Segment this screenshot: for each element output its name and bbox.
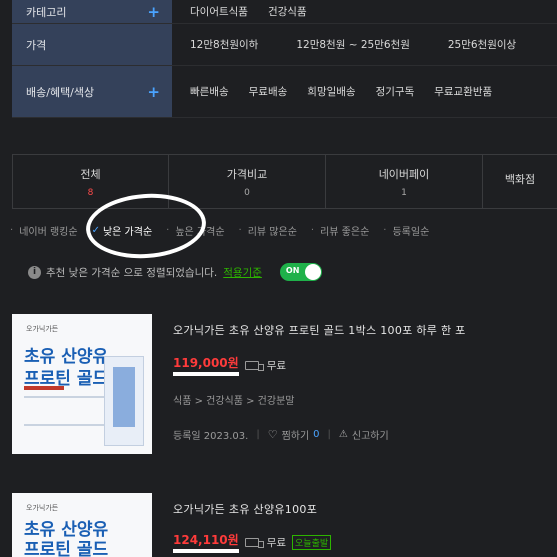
price-line: 119,000원 무료: [173, 354, 553, 376]
sort-notice: i 추천 낮은 가격순 으로 정렬되었습니다. 적용기준 ON: [28, 263, 322, 281]
thumb-brand: 오가닉가든: [26, 504, 59, 512]
thumb-line: 프로틴 골드: [24, 540, 109, 557]
filter-option[interactable]: 25만6천원이상: [448, 37, 516, 52]
filter-option[interactable]: 다이어트식품: [190, 4, 248, 19]
today-dispatch-badge: 오늘출발: [292, 534, 332, 550]
wish-label[interactable]: 찜하기: [282, 427, 310, 442]
filter-option[interactable]: 정기구독: [376, 84, 415, 99]
report-link[interactable]: 신고하기: [352, 427, 389, 442]
thumb-brand: 오가닉가든: [26, 325, 59, 333]
sort-naver-ranking[interactable]: 네이버 랭킹순: [19, 223, 77, 238]
heart-icon[interactable]: ♡: [268, 428, 278, 441]
filter-label: 카테고리: [26, 5, 67, 19]
wish-count: 0: [313, 429, 320, 440]
shipping-fee: 무료: [266, 359, 287, 372]
filter-options: 빠른배송 무료배송 희망일배송 정기구독 무료교환반품: [172, 66, 557, 117]
plus-icon[interactable]: +: [147, 83, 160, 101]
truck-icon: [244, 360, 264, 371]
filter-label: 배송/혜택/색상: [26, 85, 95, 99]
filter-option[interactable]: 12만8천원 ~ 25만6천원: [296, 37, 410, 52]
toggle-knob: [304, 264, 321, 280]
product-info: 오가닉가든 초유 산양유100포 124,110원 무료 오늘출발: [173, 493, 553, 553]
product-title[interactable]: 오가닉가든 초유 산양유100포: [173, 501, 553, 517]
tab-naverpay[interactable]: 네이버페이 1: [326, 155, 483, 208]
product-price: 119,000원: [173, 354, 239, 376]
sort-options: · 네이버 랭킹순 ✓ 낮은 가격순 · 높은 가격순 · 리뷰 많은순 · 리…: [10, 223, 443, 238]
filter-row-price: 가격 12만8천원이하 12만8천원 ~ 25만6천원 25만6천원이상: [12, 24, 557, 66]
tab-price-compare[interactable]: 가격비교 0: [169, 155, 326, 208]
tab-label: 백화점: [504, 172, 536, 186]
filter-option[interactable]: 빠른배송: [190, 84, 229, 99]
filter-option[interactable]: 건강식품: [268, 4, 307, 19]
filter-row-category: 카테고리 + 다이어트식품 건강식품: [12, 0, 557, 24]
filter-row-delivery: 배송/혜택/색상 + 빠른배송 무료배송 희망일배송 정기구독 무료교환반품: [12, 66, 557, 118]
filter-head-delivery[interactable]: 배송/혜택/색상 +: [12, 66, 172, 117]
criteria-link[interactable]: 적용기준: [223, 265, 262, 280]
filter-option[interactable]: 희망일배송: [307, 84, 355, 99]
result-tabs: 전체 8 가격비교 0 네이버페이 1 백화점: [12, 154, 557, 209]
sort-review-rating[interactable]: 리뷰 좋은순: [320, 223, 369, 238]
siren-icon[interactable]: ⚠: [339, 429, 348, 440]
sort-review-count[interactable]: 리뷰 많은순: [248, 223, 297, 238]
filter-head-price: 가격: [12, 24, 172, 65]
filter-head-category[interactable]: 카테고리 +: [12, 0, 172, 23]
thumb-band: [24, 386, 64, 390]
product-thumbnail[interactable]: 오가닉가든 초유 산양유 프로틴 골드: [12, 493, 152, 557]
product-thumbnail[interactable]: 오가닉가든 초유 산양유 프로틴 골드: [12, 314, 152, 454]
thumb-lines: [24, 396, 104, 426]
tab-label: 가격비교: [226, 167, 268, 181]
divider: |: [256, 429, 260, 440]
tab-count: 8: [87, 187, 94, 198]
product-info: 오가닉가든 초유 산양유 프로틴 골드 1박스 100포 하루 한 포 119,…: [173, 314, 553, 442]
sort-registered[interactable]: 등록일순: [392, 223, 429, 238]
product-price: 124,110원: [173, 531, 239, 553]
tab-count: 1: [401, 187, 407, 198]
shipping-fee: 무료: [266, 536, 287, 549]
filter-option[interactable]: 무료배송: [249, 84, 288, 99]
plus-icon[interactable]: +: [147, 3, 160, 21]
truck-icon: [244, 537, 264, 548]
tab-label: 전체: [80, 167, 101, 181]
product-title[interactable]: 오가닉가든 초유 산양유 프로틴 골드 1박스 100포 하루 한 포: [173, 322, 553, 338]
info-icon: i: [28, 265, 41, 279]
bullet-icon: ·: [383, 225, 387, 236]
bullet-icon: ·: [238, 225, 242, 236]
product-meta: 등록일 2023.03. | ♡ 찜하기 0 | ⚠ 신고하기: [173, 427, 553, 442]
bullet-icon: ·: [10, 225, 14, 236]
registered-date: 등록일 2023.03.: [173, 431, 249, 442]
thumb-box: [104, 356, 144, 446]
filter-option[interactable]: 12만8천원이하: [190, 37, 258, 52]
notice-text: 추천 낮은 가격순 으로 정렬되었습니다.: [46, 266, 218, 279]
filter-panel: 카테고리 + 다이어트식품 건강식품 가격 12만8천원이하 12만8천원 ~ …: [12, 0, 557, 118]
tab-department-store[interactable]: 백화점: [483, 155, 557, 208]
divider: |: [327, 429, 331, 440]
filter-options: 다이어트식품 건강식품: [172, 0, 557, 23]
bullet-icon: ·: [310, 225, 315, 236]
price-line: 124,110원 무료 오늘출발: [173, 531, 553, 553]
filter-label: 가격: [26, 38, 47, 52]
filter-options: 12만8천원이하 12만8천원 ~ 25만6천원 25만6천원이상: [172, 24, 557, 65]
tab-label: 네이버페이: [378, 167, 430, 181]
recommend-toggle[interactable]: ON: [279, 263, 322, 281]
tab-count: 0: [244, 187, 250, 198]
filter-option[interactable]: 무료교환반품: [434, 84, 492, 99]
product-category: 식품 > 건강식품 > 건강분말: [173, 396, 295, 407]
toggle-label: ON: [285, 266, 300, 275]
